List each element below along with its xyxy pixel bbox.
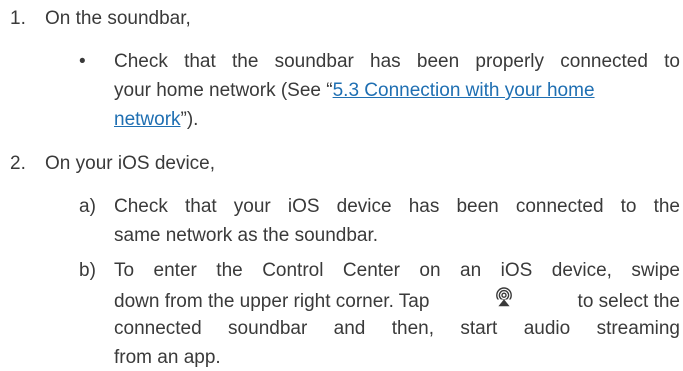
- item-b-line-2-before: down from the upper right corner. Tap: [114, 291, 430, 312]
- item-a-line-1: Check that your iOS device has been conn…: [114, 196, 680, 217]
- step-2-heading: On your iOS device,: [45, 153, 216, 174]
- step-1-bullet-line-1: Check that the soundbar has been properl…: [114, 51, 680, 72]
- instructions-document: 1. On the soundbar, • Check that the sou…: [0, 0, 683, 368]
- item-b-line-4: from an app.: [114, 347, 221, 368]
- item-b-line-3: connected soundbar and then, start audio…: [114, 318, 680, 339]
- step-1-number: 1.: [10, 8, 26, 29]
- item-a-marker: a): [79, 196, 96, 217]
- item-a-line-2: same network as the soundbar.: [114, 225, 379, 246]
- section-5-3-link[interactable]: 5.3 Connection with your home: [333, 80, 595, 101]
- step-1-bullet-line-2: your home network (See “5.3 Connection w…: [114, 78, 595, 104]
- step-1-heading: On the soundbar,: [45, 8, 191, 29]
- item-b-line-1: To enter the Control Center on an iOS de…: [114, 260, 680, 281]
- item-b-marker: b): [79, 260, 96, 281]
- airplay-audio-icon: [494, 287, 514, 307]
- item-b-line-2-after: to select the: [577, 291, 680, 312]
- section-5-3-link-continued[interactable]: network: [114, 109, 181, 130]
- step-1-bullet-line-3-text: ”).: [180, 109, 199, 130]
- step-2-number: 2.: [10, 153, 26, 174]
- bullet-symbol: •: [79, 51, 86, 72]
- step-1-bullet-line-3: network”).: [114, 107, 198, 133]
- step-1-bullet-line-2-text: your home network (See “: [114, 80, 333, 101]
- item-b-line-2: down from the upper right corner. Tap to…: [114, 287, 680, 315]
